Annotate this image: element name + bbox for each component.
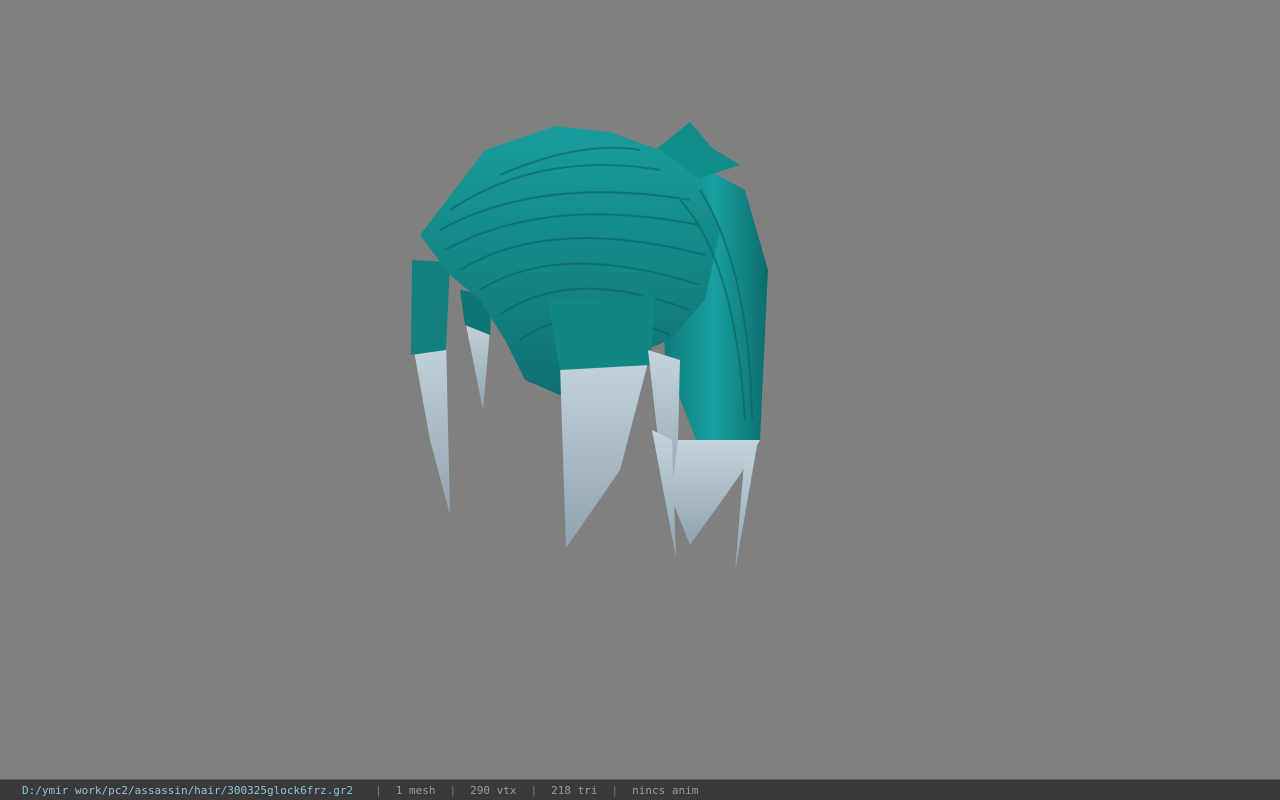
anim-status: nincs anim [632, 783, 699, 797]
status-bar: D:/ymir work/pc2/assassin/hair/300325glo… [0, 779, 1280, 800]
hair-strand-left-root [411, 260, 450, 355]
hair-strand-left [412, 338, 450, 515]
3d-viewport[interactable] [0, 0, 1280, 779]
status-separator: | [530, 783, 538, 797]
bang-strand-center-root [548, 295, 655, 370]
bang-strand-center [560, 355, 650, 548]
status-separator: | [375, 783, 382, 797]
vertex-count: 290 vtx [470, 783, 517, 797]
hair-model-render[interactable] [0, 0, 1280, 779]
mesh-count: 1 mesh [395, 783, 436, 797]
file-path: D:/ymir work/pc2/assassin/hair/300325glo… [22, 783, 354, 797]
status-separator: | [449, 783, 457, 797]
status-separator: | [611, 783, 619, 797]
triangle-count: 218 tri [551, 783, 598, 797]
